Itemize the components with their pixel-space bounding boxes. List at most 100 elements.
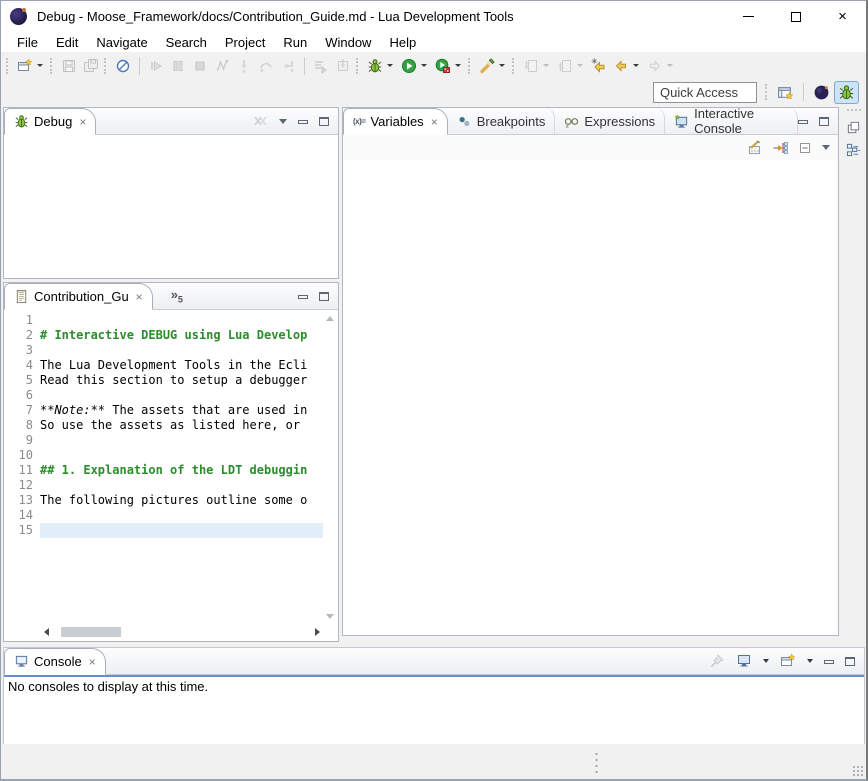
- remove-all-terminated-icon[interactable]: [252, 113, 268, 129]
- line-number[interactable]: 1: [4, 313, 40, 328]
- editor-line[interactable]: 12: [4, 478, 323, 493]
- editor-horizontal-scrollbar[interactable]: [44, 626, 320, 638]
- pin-console-icon[interactable]: [709, 653, 725, 669]
- quick-access-input[interactable]: Quick Access: [653, 82, 757, 103]
- toolbar-drag-handle[interactable]: [512, 58, 516, 74]
- toolbar-drag-handle[interactable]: [765, 84, 769, 100]
- trim-drag-handle[interactable]: [847, 109, 861, 111]
- line-number[interactable]: 8: [4, 418, 40, 433]
- run-dropdown[interactable]: [421, 64, 427, 67]
- next-annotation-button[interactable]: [520, 55, 542, 77]
- menu-window[interactable]: Window: [316, 34, 380, 51]
- line-number[interactable]: 9: [4, 433, 40, 448]
- editor-vertical-scrollbar[interactable]: [325, 314, 336, 621]
- toolbar-drag-handle[interactable]: [104, 58, 108, 74]
- editor-line-text[interactable]: [40, 448, 323, 463]
- editor-line-text[interactable]: [40, 388, 323, 403]
- editor-line[interactable]: 4The Lua Development Tools in the Ecli: [4, 358, 323, 373]
- toolbar-drag-handle[interactable]: [50, 58, 54, 74]
- debug-dropdown[interactable]: [387, 64, 393, 67]
- editor-line[interactable]: 2# Interactive DEBUG using Lua Develop: [4, 328, 323, 343]
- editor-line[interactable]: 13The following pictures outline some o: [4, 493, 323, 508]
- editor-line-text[interactable]: So use the assets as listed here, or: [40, 418, 323, 433]
- line-number[interactable]: 3: [4, 343, 40, 358]
- use-step-filters-button[interactable]: [310, 55, 332, 77]
- editor-line[interactable]: 14: [4, 508, 323, 523]
- coverage-button[interactable]: [432, 55, 454, 77]
- minimize-view-icon[interactable]: [798, 120, 808, 124]
- hidden-editors-chevron[interactable]: »5: [171, 287, 183, 305]
- menu-project[interactable]: Project: [216, 34, 274, 51]
- editor-line[interactable]: 8So use the assets as listed here, or: [4, 418, 323, 433]
- disconnect-button[interactable]: [211, 55, 233, 77]
- menu-file[interactable]: File: [8, 34, 47, 51]
- skip-all-breakpoints-button[interactable]: [112, 55, 134, 77]
- save-all-button[interactable]: [80, 55, 102, 77]
- close-icon[interactable]: ×: [136, 290, 143, 304]
- statusbar-drag-handle[interactable]: [595, 751, 598, 773]
- suspend-button[interactable]: [167, 55, 189, 77]
- tab-variables[interactable]: (x)= Variables ×: [343, 108, 448, 135]
- line-number[interactable]: 2: [4, 328, 40, 343]
- minimize-view-icon[interactable]: [824, 660, 834, 664]
- line-number[interactable]: 15: [4, 523, 40, 538]
- next-annotation-dropdown[interactable]: [543, 64, 549, 67]
- scroll-left-icon[interactable]: [44, 628, 49, 636]
- editor-line-text[interactable]: [40, 523, 323, 538]
- console-content[interactable]: No consoles to display at this time.: [4, 675, 864, 745]
- editor-line-text[interactable]: The following pictures outline some o: [40, 493, 323, 508]
- forward-dropdown[interactable]: [667, 64, 673, 67]
- show-type-names-icon[interactable]: [747, 140, 763, 156]
- maximize-view-icon[interactable]: [319, 117, 329, 126]
- resume-button[interactable]: [145, 55, 167, 77]
- open-console-icon[interactable]: [780, 653, 796, 669]
- restore-view-button[interactable]: [844, 117, 864, 137]
- line-number[interactable]: 11: [4, 463, 40, 478]
- scroll-up-icon[interactable]: [326, 316, 334, 321]
- editor-line[interactable]: 11## 1. Explanation of the LDT debuggin: [4, 463, 323, 478]
- forward-button[interactable]: [644, 55, 666, 77]
- open-perspective-button[interactable]: [773, 81, 798, 104]
- menu-run[interactable]: Run: [274, 34, 316, 51]
- open-console-dropdown[interactable]: [807, 659, 813, 663]
- step-into-button[interactable]: [233, 55, 255, 77]
- editor-line[interactable]: 5Read this section to setup a debugger: [4, 373, 323, 388]
- editor-line[interactable]: 7**Note:** The assets that are used in: [4, 403, 323, 418]
- menu-navigate[interactable]: Navigate: [87, 34, 156, 51]
- editor-line[interactable]: 15: [4, 523, 323, 538]
- menu-edit[interactable]: Edit: [47, 34, 87, 51]
- variables-view-content[interactable]: [343, 160, 838, 635]
- tab-interactive-console[interactable]: Interactive Console: [665, 108, 798, 134]
- toolbar-drag-handle[interactable]: [468, 58, 472, 74]
- editor-tab-contribution-guide[interactable]: Contribution_Gu ×: [4, 283, 153, 310]
- step-over-button[interactable]: [255, 55, 277, 77]
- window-close-button[interactable]: ×: [819, 1, 866, 32]
- editor-line-text[interactable]: # Interactive DEBUG using Lua Develop: [40, 328, 323, 343]
- line-number[interactable]: 4: [4, 358, 40, 373]
- editor-line-text[interactable]: [40, 433, 323, 448]
- editor-line[interactable]: 6: [4, 388, 323, 403]
- external-tools-dropdown[interactable]: [499, 64, 505, 67]
- new-wizard-button[interactable]: [14, 55, 36, 77]
- drop-to-frame-button[interactable]: [332, 55, 354, 77]
- window-resize-grip[interactable]: [852, 765, 863, 776]
- scroll-right-icon[interactable]: [315, 628, 320, 636]
- line-number[interactable]: 7: [4, 403, 40, 418]
- tab-console[interactable]: Console ×: [4, 648, 106, 675]
- save-button[interactable]: [58, 55, 80, 77]
- view-menu-icon[interactable]: [279, 119, 287, 124]
- close-icon[interactable]: ×: [89, 655, 96, 669]
- outline-view-button[interactable]: [844, 139, 864, 159]
- debug-perspective-button[interactable]: [834, 81, 859, 104]
- editor-line-text[interactable]: **Note:** The assets that are used in: [40, 403, 323, 418]
- terminate-button[interactable]: [189, 55, 211, 77]
- external-tools-button[interactable]: [476, 55, 498, 77]
- minimize-view-icon[interactable]: [298, 295, 308, 299]
- new-wizard-dropdown[interactable]: [37, 64, 43, 67]
- editor-body[interactable]: 12# Interactive DEBUG using Lua Develop3…: [4, 310, 338, 641]
- editor-line-text[interactable]: Read this section to setup a debugger: [40, 373, 323, 388]
- line-number[interactable]: 10: [4, 448, 40, 463]
- previous-annotation-button[interactable]: [554, 55, 576, 77]
- scroll-down-icon[interactable]: [326, 614, 334, 619]
- scrollbar-thumb[interactable]: [61, 627, 121, 637]
